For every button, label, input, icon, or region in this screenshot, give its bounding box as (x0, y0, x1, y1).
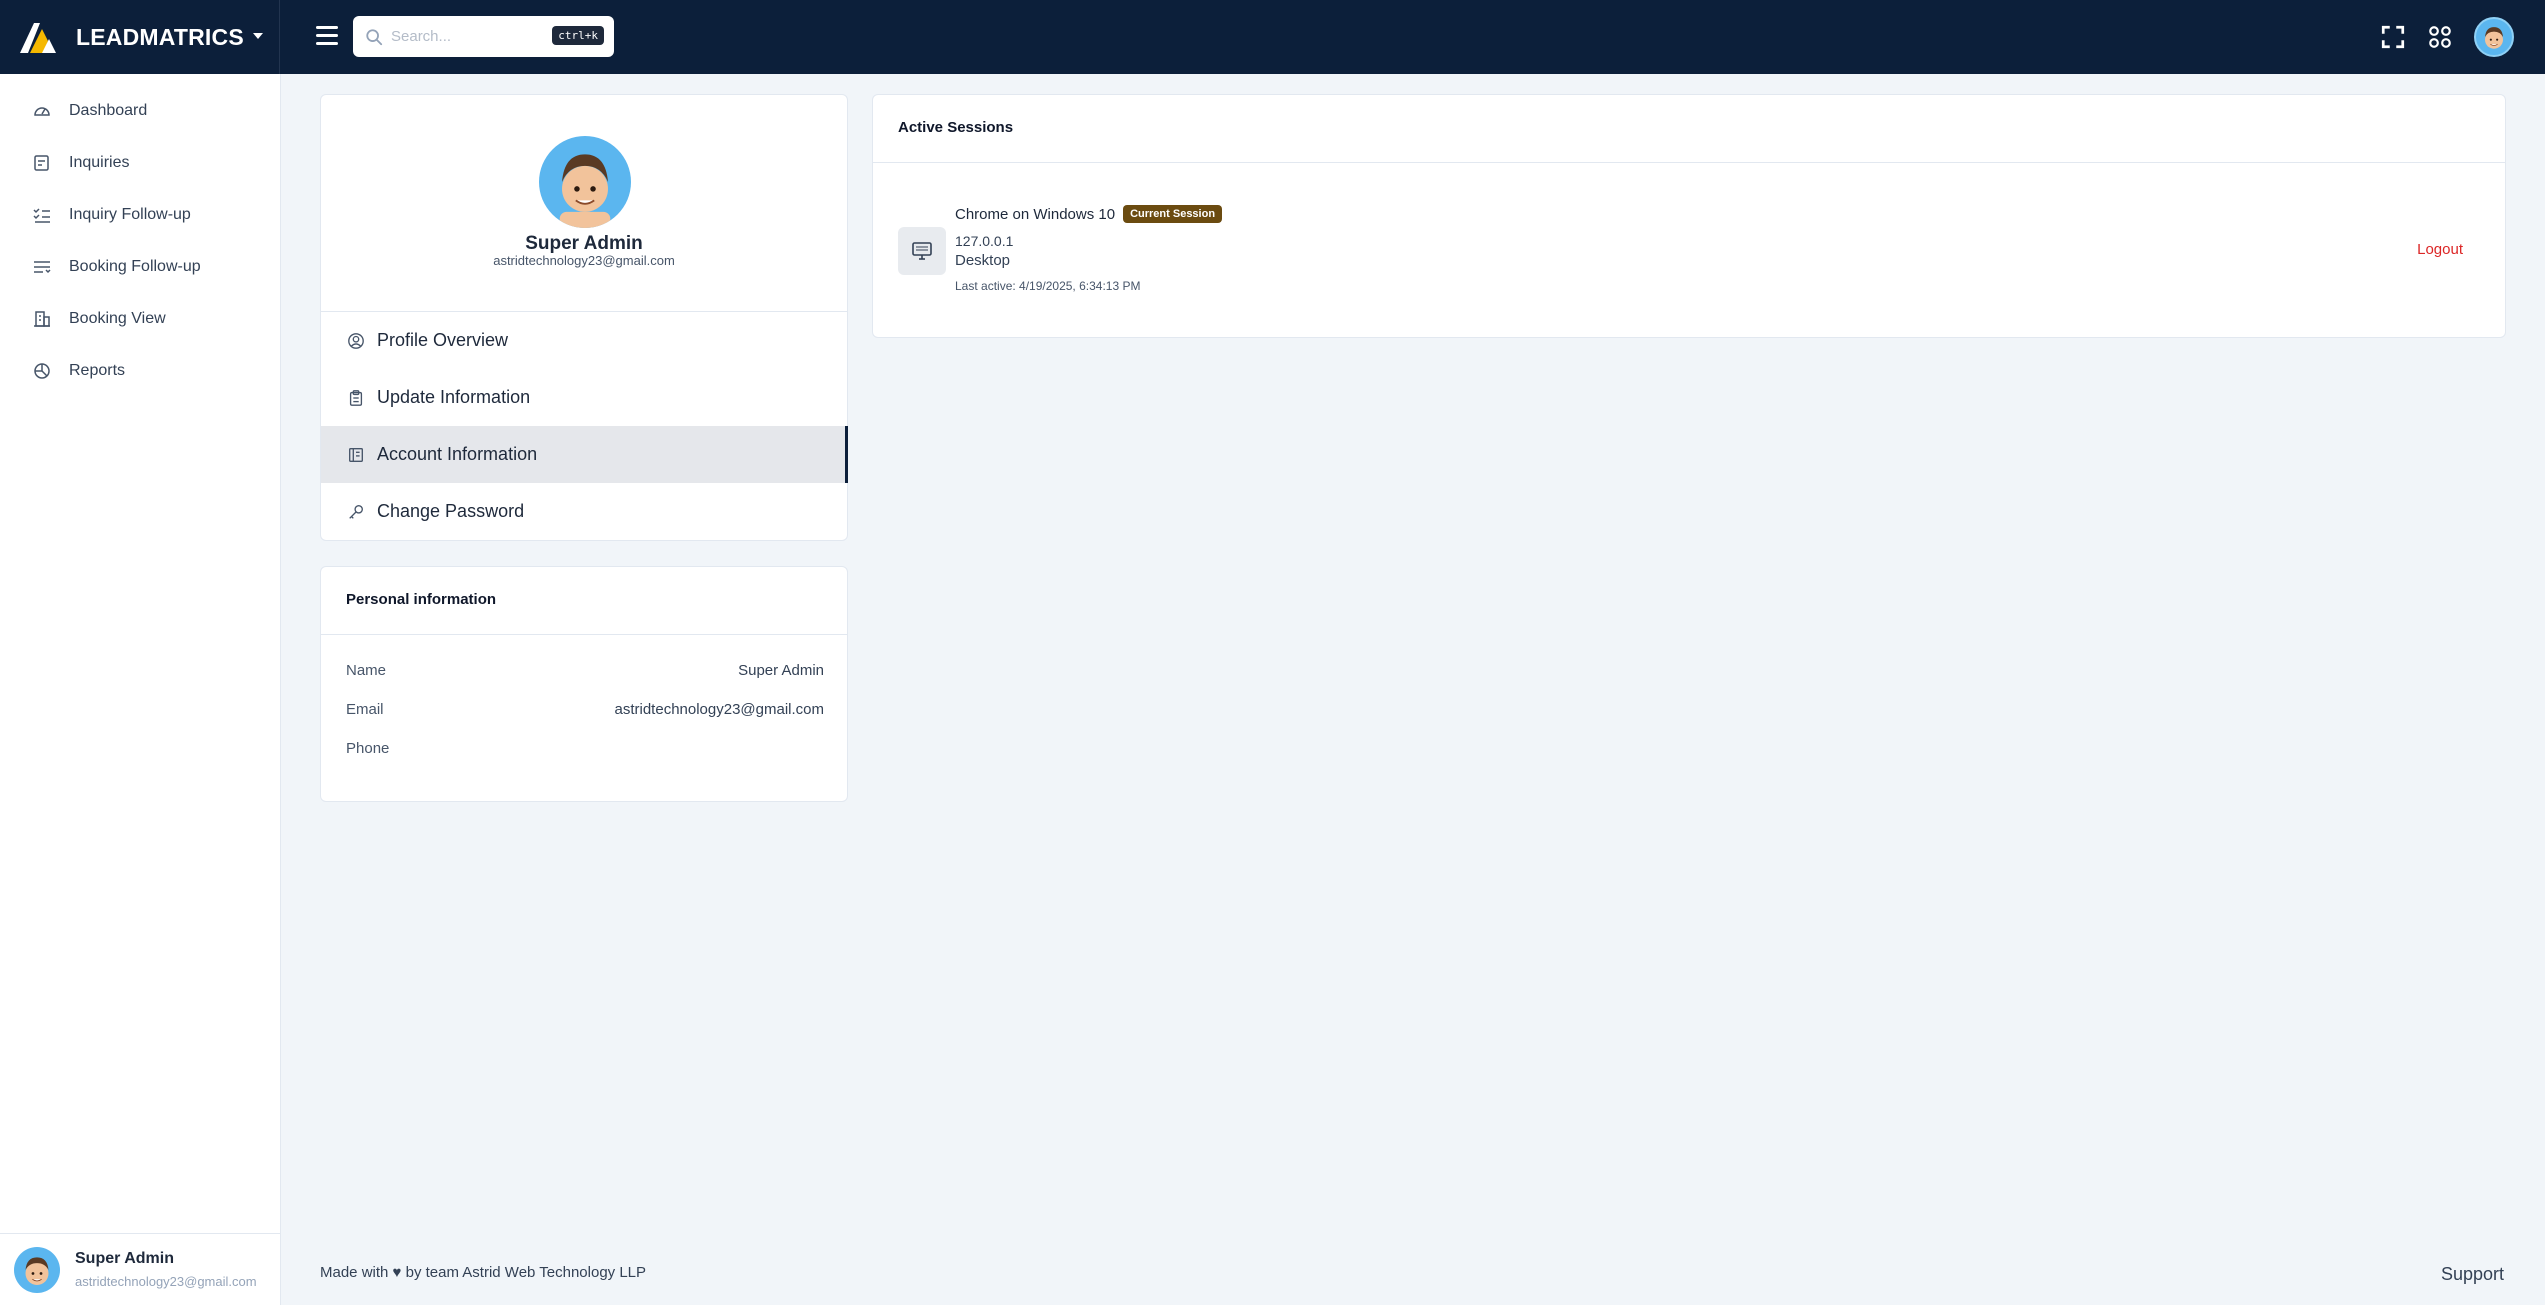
session-device: Desktop (955, 252, 1011, 269)
menu-change-password[interactable]: Change Password (321, 483, 848, 540)
gauge-icon (34, 107, 50, 116)
apps-grid-icon[interactable] (2427, 24, 2453, 50)
info-row-phone: Phone (346, 740, 824, 757)
fullscreen-icon[interactable] (2380, 24, 2406, 50)
personal-info-card: Personal information Name Super Admin Em… (320, 566, 848, 802)
sidebar-item-label: Reports (69, 362, 126, 379)
search-box[interactable]: ctrl+k (353, 16, 614, 57)
sidebar-item-label: Inquiries (69, 154, 130, 171)
building-icon (34, 311, 50, 327)
sidebar-item-inquiry-follow-up[interactable]: Inquiry Follow-up (0, 193, 280, 237)
menu-item-label: Update Information (377, 387, 531, 407)
info-value: Super Admin (738, 662, 824, 679)
sidebar-item-inquiries[interactable]: Inquiries (0, 141, 280, 185)
profile-name: Super Admin (525, 233, 643, 254)
sidebar-item-label: Dashboard (69, 102, 148, 119)
sidebar-item-label: Booking Follow-up (69, 258, 201, 275)
sidebar-user-email: astridtechnology23@gmail.com (75, 1274, 257, 1289)
search-icon (366, 28, 383, 45)
status-badge: Current Session (1123, 205, 1223, 223)
session-browser-label: Chrome on Windows 10 (955, 205, 1116, 223)
info-label: Phone (346, 740, 390, 757)
device-icon-box (898, 227, 946, 275)
memoji-avatar-icon (25, 1256, 49, 1285)
info-row-name: Name Super Admin (346, 662, 824, 679)
menu-account-information[interactable]: Account Information (321, 426, 848, 483)
info-label: Email (346, 701, 384, 718)
menu-item-label: Change Password (377, 501, 525, 521)
brand-name: LEADMATRICS (76, 23, 244, 50)
search-shortcut-badge: ctrl+k (552, 26, 604, 45)
divider (873, 162, 2505, 163)
user-circle-icon (348, 332, 364, 349)
list-check-icon (33, 208, 50, 223)
footer-credit: Made with ♥ by team Astrid Web Technolog… (320, 1264, 647, 1281)
list-lines-icon (34, 261, 51, 274)
sidebar: Dashboard Inquiries Inquiry Follow-up Bo… (0, 74, 281, 1305)
sidebar-item-booking-follow-up[interactable]: Booking Follow-up (0, 245, 280, 289)
menu-profile-overview[interactable]: Profile Overview (321, 312, 848, 369)
menu-toggle-button[interactable] (316, 26, 338, 48)
caret-down-icon (253, 33, 263, 39)
divider (321, 634, 847, 635)
top-header: LEADMATRICS ctrl+k (0, 0, 2545, 74)
chart-pie-icon (34, 363, 50, 379)
info-value: astridtechnology23@gmail.com (614, 701, 825, 718)
key-icon (349, 504, 363, 519)
profile-email: astridtechnology23@gmail.com (493, 253, 675, 268)
menu-item-label: Profile Overview (377, 330, 509, 350)
search-input[interactable] (391, 28, 541, 45)
sidebar-item-label: Booking View (69, 310, 166, 327)
session-last-active: Last active: 4/19/2025, 6:34:13 PM (955, 279, 1141, 293)
card-title: Active Sessions (898, 119, 1014, 136)
active-sessions-card: Active Sessions Chrome on Windows 10 Cur… (872, 94, 2506, 338)
sidebar-item-reports[interactable]: Reports (0, 349, 280, 393)
info-label: Name (346, 662, 387, 679)
session-browser: Chrome on Windows 10 Current Session (955, 205, 1223, 223)
brand-switcher[interactable]: LEADMATRICS (0, 0, 280, 74)
inquiry-icon (34, 155, 49, 171)
memoji-avatar-icon (2485, 27, 2503, 49)
card-title: Personal information (346, 591, 497, 608)
desktop-icon (912, 242, 932, 260)
sidebar-item-dashboard[interactable]: Dashboard (0, 89, 280, 133)
support-link[interactable]: Support (2441, 1264, 2504, 1285)
session-ip: 127.0.0.1 (955, 233, 1014, 249)
memoji-avatar-icon (559, 154, 611, 228)
sidebar-item-label: Inquiry Follow-up (69, 206, 191, 223)
user-avatar[interactable] (2474, 17, 2514, 57)
sidebar-user-profile[interactable]: Super Admin astridtechnology23@gmail.com (0, 1233, 280, 1305)
profile-avatar (539, 136, 631, 228)
sidebar-user-name: Super Admin (75, 1250, 174, 1267)
info-row-email: Email astridtechnology23@gmail.com (346, 701, 824, 718)
leadmatrics-logo (20, 23, 56, 53)
avatar (14, 1246, 60, 1293)
book-icon (349, 447, 363, 462)
menu-update-information[interactable]: Update Information (321, 369, 848, 426)
menu-item-label: Account Information (377, 444, 538, 464)
logout-button[interactable]: Logout (2417, 241, 2463, 258)
clipboard-icon (349, 389, 363, 406)
profile-card: Super Admin astridtechnology23@gmail.com… (320, 94, 848, 541)
sidebar-item-booking-view[interactable]: Booking View (0, 297, 280, 341)
